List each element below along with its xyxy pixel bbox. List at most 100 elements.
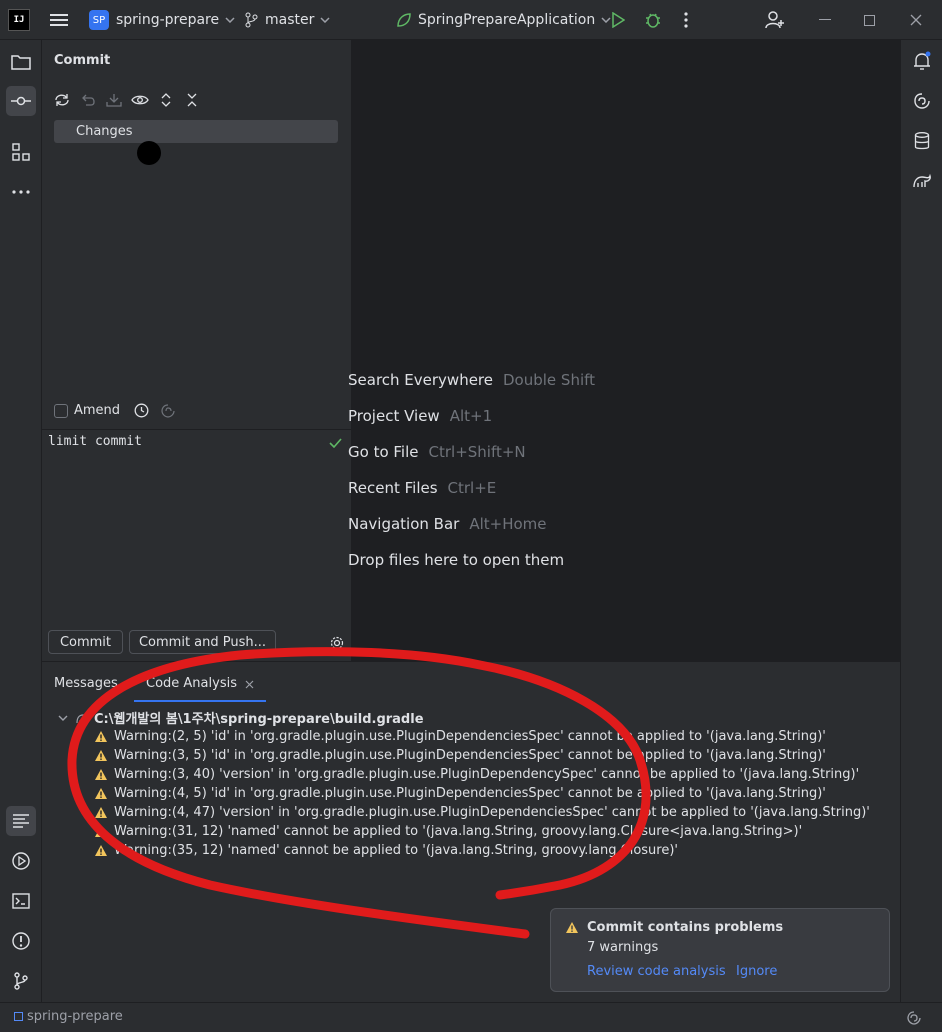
panel-title: Commit [54, 53, 111, 68]
commit-and-push-button[interactable]: Commit and Push... [129, 630, 276, 654]
tab-messages[interactable]: Messages [54, 676, 118, 691]
debug-icon[interactable] [644, 0, 662, 40]
changes-group[interactable]: Changes [54, 120, 338, 143]
warning-icon [94, 825, 108, 838]
warning-text: Warning:(4, 47) 'version' in 'org.gradle… [114, 805, 870, 820]
warning-icon [94, 806, 108, 819]
review-code-analysis-link[interactable]: Review code analysis [587, 964, 726, 979]
hint-drop-files: Drop files here to open them [348, 551, 565, 569]
git-icon[interactable] [6, 966, 36, 996]
status-bar: spring-prepare [0, 1002, 942, 1032]
commit-message-input[interactable]: limit commit [42, 429, 351, 629]
branch-icon [244, 12, 258, 28]
amend-row: Amend [54, 403, 175, 418]
amend-label: Amend [74, 403, 121, 418]
warning-row[interactable]: Warning:(4, 5) 'id' in 'org.gradle.plugi… [94, 784, 826, 803]
close-tab-icon[interactable] [245, 680, 254, 689]
warning-icon [565, 921, 579, 934]
gear-icon[interactable] [330, 636, 344, 650]
warning-row[interactable]: Warning:(3, 40) 'version' in 'org.gradle… [94, 765, 859, 784]
run-config-name: SpringPrepareApplication [418, 12, 596, 28]
project-badge: SP [89, 10, 109, 30]
problems-icon[interactable] [6, 926, 36, 956]
amend-checkbox[interactable] [54, 403, 68, 418]
maximize-icon[interactable] [864, 0, 875, 40]
status-project[interactable]: spring-prepare [14, 1009, 123, 1024]
update-icon[interactable] [104, 90, 124, 110]
ai-status-icon[interactable] [906, 1010, 922, 1026]
commit-panel: Commit Changes Amend limit commit Commit… [42, 40, 352, 661]
warning-row[interactable]: Warning:(35, 12) 'named' cannot be appli… [94, 841, 678, 860]
bottom-tool-panel: Messages Code Analysis C:\웹개발의 봄\1주차\spr… [42, 661, 900, 1002]
hint-recent-files: Recent Files Ctrl+E [348, 479, 497, 497]
warning-text: Warning:(3, 5) 'id' in 'org.gradle.plugi… [114, 748, 826, 763]
ignore-link[interactable]: Ignore [736, 964, 777, 979]
ai-generate-icon[interactable] [161, 403, 175, 418]
rollback-icon[interactable] [78, 90, 98, 110]
right-tool-strip [900, 40, 942, 1002]
hint-search-everywhere: Search Everywhere Double Shift [348, 371, 596, 389]
commit-icon[interactable] [6, 86, 36, 116]
status-project-name: spring-prepare [27, 1009, 123, 1024]
app-logo[interactable]: IJ [8, 9, 30, 31]
warning-icon [94, 768, 108, 781]
file-path: C:\웹개발의 봄\1주차\spring-prepare\build.gradl… [94, 712, 424, 727]
problems-list-icon[interactable] [6, 806, 36, 836]
chevron-down-icon [601, 17, 611, 23]
file-node[interactable]: C:\웹개발의 봄\1주차\spring-prepare\build.gradl… [58, 708, 424, 727]
notifications-bell-icon[interactable] [907, 46, 937, 76]
eye-icon[interactable] [130, 90, 150, 110]
gradle-file-icon [76, 712, 90, 724]
gradle-icon[interactable] [907, 166, 937, 196]
changes-label: Changes [76, 124, 133, 139]
hint-go-to-file: Go to File Ctrl+Shift+N [348, 443, 526, 461]
terminal-icon[interactable] [6, 886, 36, 916]
structure-icon[interactable] [6, 137, 36, 167]
project-square-icon [14, 1012, 23, 1021]
run-config-selector[interactable]: SpringPrepareApplication [396, 0, 611, 40]
hint-project-view: Project View Alt+1 [348, 407, 493, 425]
warning-row[interactable]: Warning:(31, 12) 'named' cannot be appli… [94, 822, 802, 841]
run-icon[interactable] [611, 0, 625, 40]
notification-subtitle: 7 warnings [587, 940, 659, 955]
commit-toolbar [52, 90, 202, 110]
warning-row[interactable]: Warning:(2, 5) 'id' in 'org.gradle.plugi… [94, 727, 826, 746]
mouse-cursor [137, 141, 161, 165]
refresh-icon[interactable] [52, 90, 72, 110]
warning-row[interactable]: Warning:(4, 47) 'version' in 'org.gradle… [94, 803, 870, 822]
minimize-icon[interactable] [819, 0, 831, 40]
commit-problems-notification: Commit contains problems 7 warnings Revi… [550, 908, 890, 992]
history-clock-icon[interactable] [134, 403, 149, 418]
add-user-icon[interactable] [765, 0, 785, 40]
commit-message-text: limit commit [48, 434, 142, 449]
warning-text: Warning:(2, 5) 'id' in 'org.gradle.plugi… [114, 729, 826, 744]
collapse-all-icon[interactable] [182, 90, 202, 110]
warning-icon [94, 749, 108, 762]
warning-icon [94, 844, 108, 857]
left-tool-strip [0, 40, 42, 1002]
project-folder-icon[interactable] [6, 47, 36, 77]
warning-row[interactable]: Warning:(3, 5) 'id' in 'org.gradle.plugi… [94, 746, 826, 765]
ai-assistant-icon[interactable] [907, 86, 937, 116]
chevron-down-icon [320, 17, 330, 23]
branch-name: master [265, 12, 315, 28]
more-tools-icon[interactable] [6, 177, 36, 207]
editor-empty-area: Search Everywhere Double Shift Project Vi… [348, 40, 900, 661]
spring-leaf-icon [396, 12, 412, 28]
close-icon[interactable] [910, 0, 922, 40]
main-menu-icon[interactable] [50, 0, 68, 40]
database-icon[interactable] [907, 126, 937, 156]
chevron-down-icon [58, 715, 68, 721]
branch-selector[interactable]: master [244, 0, 330, 40]
services-icon[interactable] [6, 846, 36, 876]
project-selector[interactable]: SP spring-prepare [89, 0, 235, 40]
expand-all-icon[interactable] [156, 90, 176, 110]
more-options-icon[interactable] [684, 0, 688, 40]
warning-text: Warning:(4, 5) 'id' in 'org.gradle.plugi… [114, 786, 826, 801]
tab-code-analysis[interactable]: Code Analysis [146, 676, 237, 691]
title-bar: IJ SP spring-prepare master SpringPrepar… [0, 0, 942, 40]
commit-button[interactable]: Commit [48, 630, 123, 654]
active-tab-indicator [134, 700, 266, 702]
warning-text: Warning:(35, 12) 'named' cannot be appli… [114, 843, 678, 858]
warning-icon [94, 787, 108, 800]
